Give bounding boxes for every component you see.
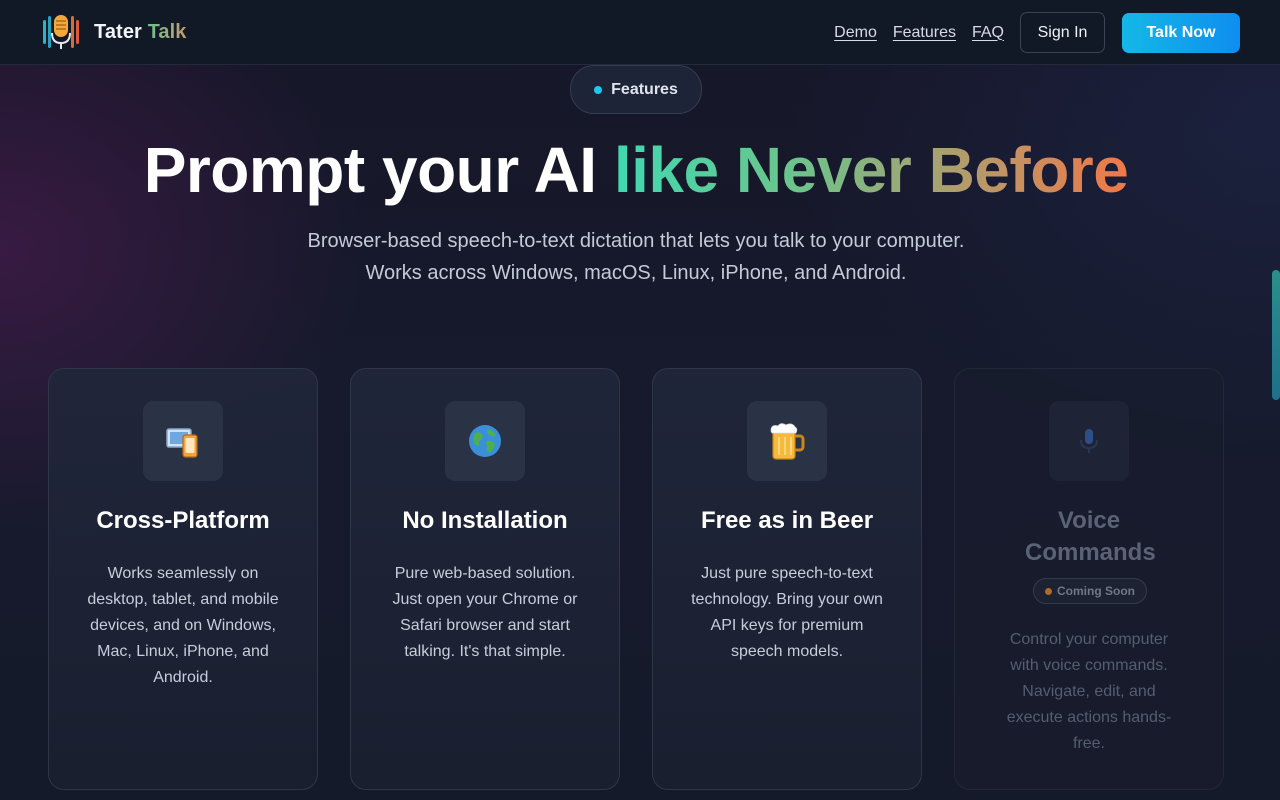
nav-link-demo[interactable]: Demo — [834, 24, 877, 42]
feature-title: Free as in Beer — [700, 507, 874, 534]
feature-card-no-installation: No Installation Pure web-based solution.… — [350, 368, 620, 790]
headline-plain: Prompt your AI — [143, 134, 614, 206]
feature-icon-box — [143, 401, 223, 481]
microphone-icon — [1080, 429, 1098, 453]
globe-icon — [469, 425, 501, 457]
feature-card-free-as-in-beer: Free as in Beer Just pure speech-to-text… — [652, 368, 922, 790]
feature-description: Pure web-based solution. Just open your … — [392, 565, 578, 660]
hero-subtitle: Browser-based speech-to-text dictation t… — [0, 225, 1272, 289]
coming-soon-badge: Coming Soon — [1033, 578, 1147, 604]
brand-logo[interactable]: Tater Talk — [42, 12, 187, 52]
top-navbar: Tater Talk Demo Features FAQ Sign In Tal… — [0, 0, 1280, 65]
main-nav: Demo Features FAQ Sign In Talk Now — [834, 12, 1240, 53]
feature-card-voice-commands: Voice Commands Coming Soon Control your … — [954, 368, 1224, 790]
headline-gradient: like Never Before — [613, 134, 1129, 206]
section-pill: Features — [570, 65, 702, 114]
feature-description: Control your computer with voice command… — [1006, 631, 1172, 752]
subtitle-line-1: Browser-based speech-to-text dictation t… — [307, 230, 965, 252]
badge-label: Coming Soon — [1057, 584, 1135, 598]
subtitle-line-2: Works across Windows, macOS, Linux, iPho… — [365, 262, 907, 284]
hero-headline: Prompt your AI like Never Before — [0, 132, 1272, 208]
feature-description: Works seamlessly on desktop, tablet, and… — [87, 565, 279, 686]
brand-name-first: Tater — [94, 20, 142, 43]
talk-now-button[interactable]: Talk Now — [1122, 12, 1240, 53]
feature-title: Cross-Platform — [96, 507, 270, 534]
scrollbar-thumb[interactable] — [1272, 270, 1280, 400]
microphone-logo-icon — [43, 15, 79, 49]
feature-description: Just pure speech-to-text technology. Bri… — [691, 565, 883, 660]
feature-icon-box — [445, 401, 525, 481]
pill-label: Features — [611, 80, 678, 98]
feature-title: No Installation — [402, 507, 568, 534]
feature-title: Voice Commands — [1025, 507, 1156, 566]
feature-icon-box — [747, 401, 827, 481]
nav-link-faq[interactable]: FAQ — [972, 24, 1004, 42]
feature-card-cross-platform: Cross-Platform Works seamlessly on deskt… — [48, 368, 318, 790]
pill-dot-icon — [594, 85, 603, 94]
badge-dot-icon — [1045, 587, 1052, 595]
feature-icon-box — [1049, 401, 1129, 481]
brand-name-second: Talk — [147, 20, 187, 43]
nav-link-features[interactable]: Features — [893, 24, 956, 42]
beer-mug-icon — [770, 423, 805, 460]
devices-icon — [166, 428, 198, 458]
sign-in-button[interactable]: Sign In — [1020, 12, 1105, 53]
brand-name: Tater Talk — [94, 21, 187, 44]
